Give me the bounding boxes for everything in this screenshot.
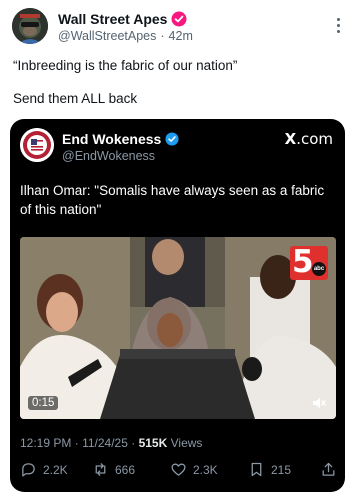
bookmark-icon: [251, 462, 262, 477]
meta-separator: ·: [160, 29, 165, 43]
video-duration: 0:15: [28, 396, 59, 410]
like-count: 2.3K: [193, 462, 218, 477]
timestamp-separator: ·: [74, 436, 79, 450]
timestamp-date: 11/24/25: [82, 436, 128, 450]
share-icon: [322, 462, 335, 476]
verified-badge-icon: [165, 132, 179, 146]
repost-count: 666: [115, 462, 136, 477]
verified-badge-icon: [171, 11, 187, 27]
quoted-author-display-name[interactable]: End Wokeness: [62, 131, 161, 147]
author-handle[interactable]: @WallStreetApes: [58, 29, 156, 43]
reply-button[interactable]: 2.2K: [20, 461, 68, 478]
heart-icon: [171, 463, 186, 476]
station-logo-number: 5: [292, 244, 314, 280]
views-label: Views: [170, 436, 203, 450]
action-bar: 2.2K 666 2.3K 215: [20, 461, 338, 483]
like-button[interactable]: 2.3K: [170, 461, 218, 478]
quoted-author-handle[interactable]: @EndWokeness: [62, 149, 155, 163]
post-time-ago[interactable]: 42m: [169, 29, 193, 43]
brand-suffix: .com: [296, 130, 333, 148]
post-header: Wall Street Apes @WallStreetApes · 42m: [0, 0, 358, 48]
post-text-line-1: “Inbreeding is the fabric of our nation”: [13, 58, 238, 73]
vertical-ellipsis-icon[interactable]: [328, 14, 348, 36]
x-logo-icon: X: [284, 130, 297, 148]
timestamp-time: 12:19 PM: [20, 436, 72, 450]
author-display-name[interactable]: Wall Street Apes: [58, 11, 167, 27]
share-button[interactable]: [320, 461, 337, 478]
video-frame: [20, 237, 336, 419]
views-count: 515K: [138, 436, 168, 450]
ape-avatar-icon[interactable]: [12, 8, 48, 44]
repost-icon: [95, 463, 106, 476]
repost-button[interactable]: 666: [92, 461, 135, 478]
end-wokeness-emblem-icon[interactable]: [20, 128, 54, 162]
post-timestamp: 12:19 PM · 11/24/25 · 515K Views: [20, 436, 202, 450]
quoted-post-card[interactable]: End Wokeness @EndWokeness X.com Ilhan Om…: [10, 119, 345, 492]
station-logo: 5 abc: [290, 244, 328, 280]
video-player[interactable]: 5 abc 0:15: [20, 237, 336, 419]
post-text-line-2: Send them ALL back: [13, 91, 138, 106]
bookmark-button[interactable]: 215: [248, 461, 291, 478]
x-dot-com-brand: X.com: [285, 130, 333, 148]
quoted-post-text: Ilhan Omar: "Somalis have always seen as…: [20, 183, 325, 217]
bookmark-count: 215: [271, 462, 292, 477]
speaker-muted-icon[interactable]: [311, 396, 327, 410]
station-logo-network: abc: [312, 262, 326, 276]
reply-icon: [22, 463, 35, 477]
reply-count: 2.2K: [43, 462, 68, 477]
timestamp-separator: ·: [131, 436, 136, 450]
